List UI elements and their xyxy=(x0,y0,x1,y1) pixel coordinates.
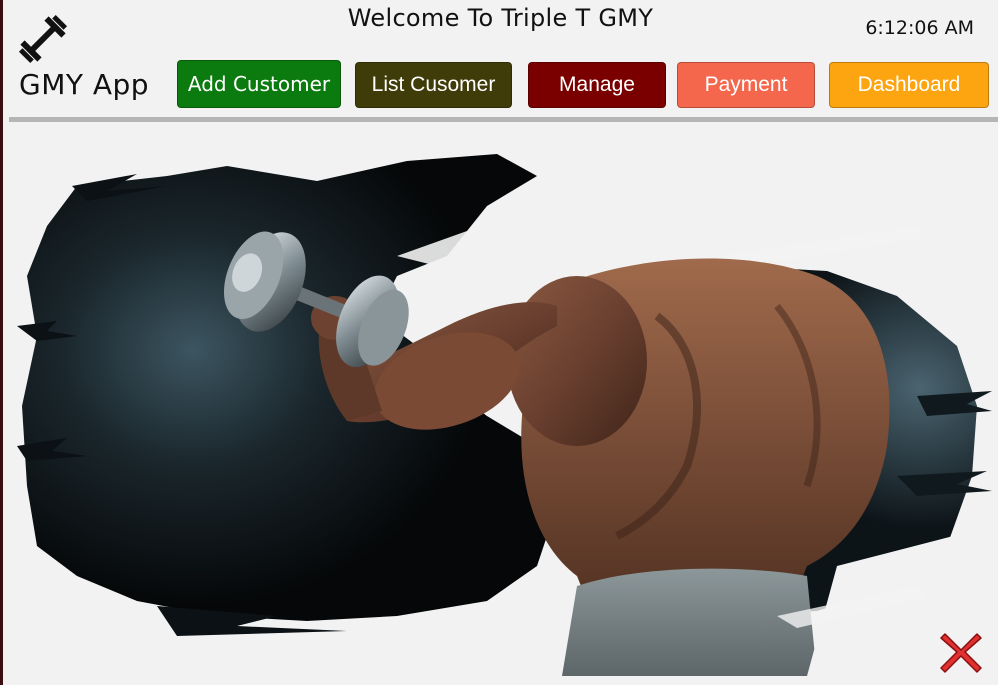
list-customer-button[interactable]: List Cusomer xyxy=(355,62,512,108)
welcome-title: Welcome To Triple T GMY xyxy=(347,4,654,32)
clock-time: 6:12:06 AM xyxy=(865,17,974,39)
header-divider xyxy=(9,117,998,122)
payment-button[interactable]: Payment xyxy=(677,62,815,108)
close-icon[interactable] xyxy=(939,628,983,674)
app-name: GMY App xyxy=(19,68,150,101)
dashboard-button[interactable]: Dashboard xyxy=(829,62,989,108)
app-window: GMY App Welcome To Triple T GMY 6:12:06 … xyxy=(3,0,998,685)
manage-button[interactable]: Manage xyxy=(528,62,666,108)
add-customer-button[interactable]: Add Customer xyxy=(177,60,341,108)
hero-image xyxy=(17,154,992,676)
